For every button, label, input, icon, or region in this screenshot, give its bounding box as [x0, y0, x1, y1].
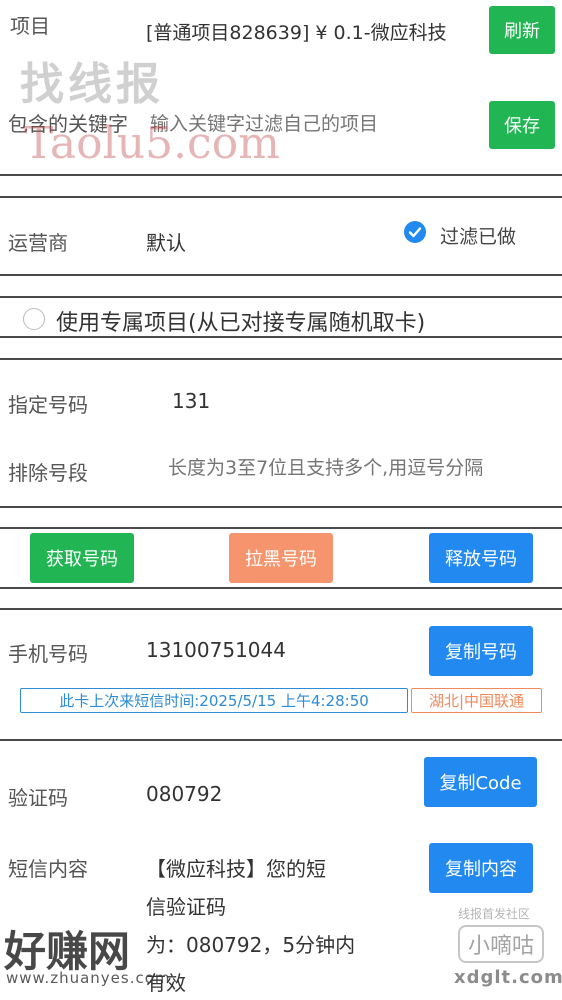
- specify-number-label: 指定号码: [8, 393, 88, 417]
- check-icon: [408, 227, 422, 238]
- copy-code-button[interactable]: 复制Code: [424, 757, 537, 807]
- block-number-button[interactable]: 拉黑号码: [229, 533, 333, 583]
- exclude-segment-label: 排除号段: [8, 461, 88, 485]
- last-sms-time-badge: 此卡上次来短信时间:2025/5/15 上午4:28:50: [20, 688, 408, 713]
- watermark-right-small: 线报首发社区: [458, 907, 531, 921]
- watermark-bottom-url: www.zhuanyes.com: [6, 969, 171, 987]
- copy-number-button[interactable]: 复制号码: [429, 626, 533, 676]
- save-button[interactable]: 保存: [489, 101, 555, 149]
- sms-line-4: 有效: [146, 971, 186, 995]
- get-number-button[interactable]: 获取号码: [30, 533, 134, 583]
- watermark-top-en: Taolu5.com: [24, 118, 280, 169]
- specify-number-input[interactable]: 131: [172, 389, 210, 413]
- code-value: 080792: [146, 782, 223, 806]
- watermark-right-cn: 小嘀咕: [458, 925, 544, 963]
- watermark-right-url: xdglt.com: [454, 967, 562, 988]
- exclude-segment-input[interactable]: [168, 452, 553, 484]
- exclusive-radio[interactable]: [23, 308, 45, 330]
- copy-content-button[interactable]: 复制内容: [429, 843, 533, 893]
- sms-line-3: 为：080792，5分钟内: [146, 933, 356, 957]
- phone-value: 13100751044: [146, 638, 286, 662]
- location-badge: 湖北|中国联通: [411, 688, 542, 713]
- exclusive-label: 使用专属项目(从已对接专属随机取卡): [56, 311, 426, 336]
- filter-label: 过滤已做: [440, 226, 517, 248]
- watermark-top-cn: 找线报: [20, 59, 164, 110]
- filter-checkbox[interactable]: [404, 221, 426, 243]
- project-value[interactable]: [普通项目828639] ¥ 0.1-微应科技: [146, 18, 447, 45]
- sms-label: 短信内容: [8, 857, 88, 881]
- release-number-button[interactable]: 释放号码: [429, 533, 533, 583]
- operator-value[interactable]: 默认: [146, 227, 186, 256]
- operator-label: 运营商: [8, 231, 68, 255]
- sms-content: 【微应科技】您的短 信验证码 为：080792，5分钟内 有效: [146, 850, 355, 1000]
- refresh-button[interactable]: 刷新: [489, 6, 555, 54]
- project-label: 项目: [10, 14, 50, 38]
- sms-line-2: 信验证码: [146, 895, 226, 919]
- sms-line-1: 【微应科技】您的短: [146, 857, 326, 881]
- phone-label: 手机号码: [8, 642, 88, 666]
- code-label: 验证码: [8, 786, 68, 810]
